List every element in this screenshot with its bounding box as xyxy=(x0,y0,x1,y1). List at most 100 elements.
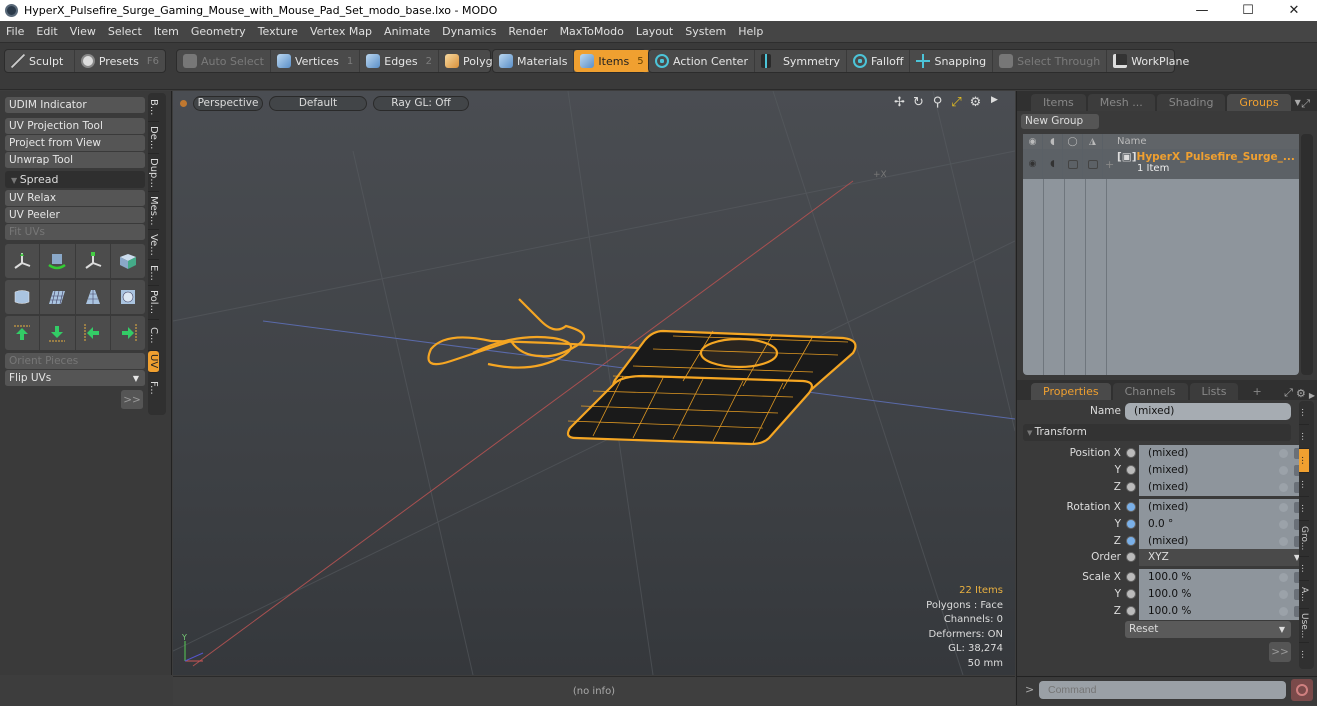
pan-icon[interactable]: ✢ xyxy=(893,95,906,110)
menu-layout[interactable]: Layout xyxy=(630,25,679,38)
flip-uvs-dropdown[interactable]: Flip UVs ▼ xyxy=(5,370,145,387)
vtab-edge[interactable]: E... xyxy=(148,260,159,286)
viewport-settings-gear-icon[interactable]: ⚙ xyxy=(969,95,982,110)
animate-channel-dot[interactable] xyxy=(1126,482,1136,492)
raygl-toggle[interactable]: Ray GL: Off xyxy=(373,95,469,111)
row-visibility-icon[interactable]: ◉ xyxy=(1023,149,1043,179)
vtab-deform[interactable]: De... xyxy=(148,122,159,154)
tab-items[interactable]: Items xyxy=(1031,94,1086,111)
group-row[interactable]: ◉ ◖ + [▣]HyperX_Pulsefire_Surge_... 1 It… xyxy=(1023,149,1299,179)
prop-value-field[interactable]: 0.0 ° xyxy=(1139,516,1306,533)
project-from-view-button[interactable]: Project from View xyxy=(5,135,145,152)
rvtab-10[interactable]: ... xyxy=(1299,643,1309,665)
vtab-basic[interactable]: B... xyxy=(148,93,159,122)
rvtab-groups[interactable]: Gro... xyxy=(1299,521,1309,557)
tab-properties[interactable]: Properties xyxy=(1031,383,1111,400)
command-input[interactable] xyxy=(1039,681,1286,699)
reset-value-icon[interactable] xyxy=(1279,449,1288,458)
tab-groups[interactable]: Groups xyxy=(1227,94,1291,111)
lock-icon[interactable]: ◯ xyxy=(1063,134,1083,149)
properties-gear-icon[interactable]: ⚙ xyxy=(1296,387,1306,400)
vtab-fusion[interactable]: F... xyxy=(148,373,159,403)
action-center-button[interactable]: Action Center xyxy=(649,50,755,72)
rotate-view-icon[interactable]: ↻ xyxy=(912,95,925,110)
menu-maxtomodo[interactable]: MaxToModo xyxy=(554,25,630,38)
menu-vertex-map[interactable]: Vertex Map xyxy=(304,25,378,38)
menu-view[interactable]: View xyxy=(64,25,102,38)
falloff-button[interactable]: Falloff xyxy=(847,50,911,72)
animate-channel-dot[interactable] xyxy=(1126,552,1136,562)
menu-animate[interactable]: Animate xyxy=(378,25,436,38)
new-group-button[interactable]: New Group xyxy=(1021,114,1099,129)
prop-value-field[interactable]: (mixed) xyxy=(1139,533,1306,550)
vtab-curve[interactable]: C... xyxy=(148,320,159,351)
tab-lists[interactable]: Lists xyxy=(1189,383,1239,400)
reset-dropdown[interactable]: Reset ▼ xyxy=(1125,621,1291,638)
animate-channel-dot[interactable] xyxy=(1126,572,1136,582)
align-down-button[interactable] xyxy=(40,316,76,350)
fit-uvs-button[interactable]: Fit UVs xyxy=(5,224,145,241)
reset-value-icon[interactable] xyxy=(1279,503,1288,512)
menu-item[interactable]: Item xyxy=(148,25,185,38)
rvtab-user[interactable]: Use... xyxy=(1299,609,1309,643)
vtab-duplicate[interactable]: Dup... xyxy=(148,154,159,192)
row-select-toggle[interactable] xyxy=(1083,149,1103,179)
tab-channels[interactable]: Channels xyxy=(1112,383,1188,400)
prop-value-field[interactable]: 100.0 % xyxy=(1139,569,1306,586)
vtab-uv[interactable]: UV xyxy=(148,351,159,373)
panel-menu-dot[interactable] xyxy=(1017,94,1031,111)
select-through-button[interactable]: Select Through xyxy=(993,50,1108,72)
animate-channel-dot[interactable] xyxy=(1126,465,1136,475)
name-column-header[interactable]: Name xyxy=(1103,134,1147,149)
add-tab-button[interactable]: + xyxy=(1240,383,1273,400)
edges-button[interactable]: Edges 2 xyxy=(360,50,440,72)
expand-panel-icon[interactable]: ⤢ xyxy=(1301,97,1310,111)
rvtab-a[interactable]: A... xyxy=(1299,581,1309,609)
animate-channel-dot[interactable] xyxy=(1126,589,1136,599)
uv-perspective-button[interactable] xyxy=(76,280,111,314)
reset-value-icon[interactable] xyxy=(1279,520,1288,529)
name-field[interactable]: (mixed) xyxy=(1125,403,1291,420)
align-left-button[interactable] xyxy=(76,316,111,350)
menu-help[interactable]: Help xyxy=(732,25,769,38)
unwrap-tool-button[interactable]: Unwrap Tool xyxy=(5,152,145,169)
expand-more-button[interactable]: >> xyxy=(121,390,143,410)
maximize-viewport-icon[interactable]: ⤢ xyxy=(950,95,963,110)
select-icon[interactable]: ◮ xyxy=(1083,134,1103,149)
uv-scale-button[interactable] xyxy=(76,244,111,278)
reset-value-icon[interactable] xyxy=(1279,590,1288,599)
view-type-dropdown[interactable]: Perspective xyxy=(193,95,263,111)
menu-edit[interactable]: Edit xyxy=(30,25,63,38)
auto-select-button[interactable]: Auto Select xyxy=(177,50,271,72)
orient-pieces-button[interactable]: Orient Pieces xyxy=(5,353,145,370)
tabs-dropdown-icon[interactable]: ▼ xyxy=(1295,98,1301,107)
minimize-button[interactable]: — xyxy=(1179,0,1225,21)
align-right-button[interactable] xyxy=(111,316,145,350)
animate-channel-dot[interactable] xyxy=(1126,519,1136,529)
materials-button[interactable]: Materials xyxy=(493,50,575,72)
shading-style-dropdown[interactable]: Default xyxy=(269,95,367,111)
rvtab-1[interactable]: ... xyxy=(1299,401,1309,425)
uv-move-button[interactable] xyxy=(5,244,41,278)
rvtab-3-active[interactable]: ... xyxy=(1299,449,1309,473)
order-dropdown[interactable]: XYZ ▼ xyxy=(1139,549,1306,566)
zoom-view-icon[interactable]: ⚲ xyxy=(931,95,944,110)
properties-more-button[interactable]: >> xyxy=(1269,642,1291,662)
expand-plus-icon[interactable]: + xyxy=(1105,158,1114,171)
uv-peeler-button[interactable]: UV Peeler xyxy=(5,207,145,224)
reset-value-icon[interactable] xyxy=(1279,573,1288,582)
close-button[interactable]: ✕ xyxy=(1271,0,1317,21)
symmetry-button[interactable]: Symmetry xyxy=(755,50,847,72)
uv-sphere-button[interactable] xyxy=(111,280,145,314)
viewport-menu-dot[interactable] xyxy=(180,99,187,107)
menu-select[interactable]: Select xyxy=(102,25,148,38)
rvtab-5[interactable]: ... xyxy=(1299,497,1309,521)
prop-value-field[interactable]: 100.0 % xyxy=(1139,586,1306,603)
menu-render[interactable]: Render xyxy=(502,25,553,38)
render-icon[interactable]: ◖ xyxy=(1043,134,1063,149)
uv-rotate-button[interactable] xyxy=(40,244,76,278)
row-lock-toggle[interactable] xyxy=(1063,149,1083,179)
vtab-polygon[interactable]: Pol... xyxy=(148,286,159,320)
menu-texture[interactable]: Texture xyxy=(252,25,304,38)
uv-relax-button[interactable]: UV Relax xyxy=(5,190,145,207)
